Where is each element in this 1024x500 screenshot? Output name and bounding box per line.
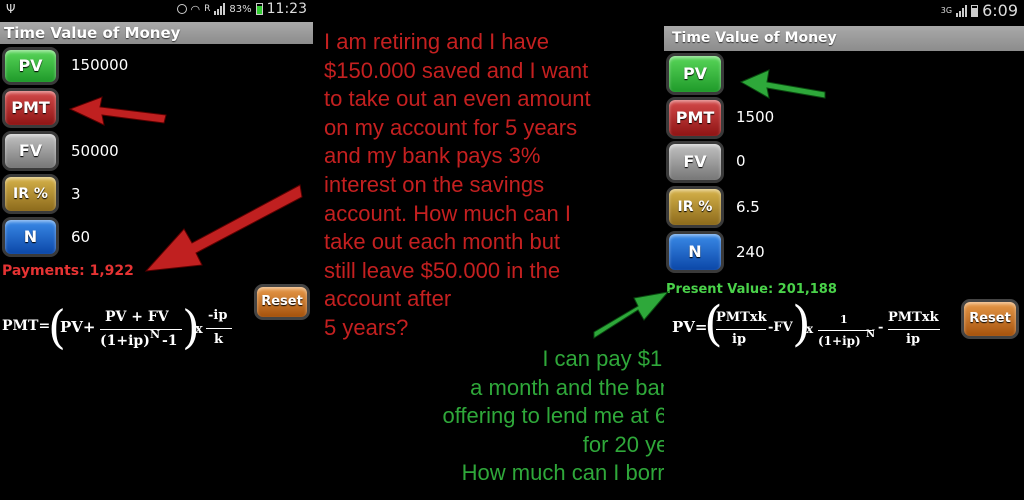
roaming-indicator: R [204,4,211,14]
reset-button[interactable]: Reset [961,299,1019,339]
story-line: for 20 years. [582,431,705,457]
arrow-to-payments-icon [144,184,303,272]
status-bar: Ψ ◠ R 83% 11:23 [0,0,313,20]
story-line: $150.000 saved and I want [324,57,589,83]
formula-f3-line [888,329,940,330]
formula-frac-exp: N [150,328,161,341]
formula-frac-line [100,329,182,330]
formula-f1-num: PMTxk [716,310,767,325]
story-line: still leave $50.000 in the [324,257,561,283]
formula-minus: - [878,320,884,335]
formula-f1-line [716,329,766,330]
formula-f3-num: PMTxk [888,310,939,325]
pmt-formula: PMT= ( PV+ PV + FV (1+ip) N -1 ) x -ip k [2,300,252,362]
story-line: take out each month but [324,229,561,255]
network-3g-indicator: 3G [940,6,953,15]
n-value[interactable]: 240 [736,243,765,261]
battery-icon [971,4,979,17]
pv-button[interactable]: PV [2,47,59,85]
ir-button[interactable]: IR % [666,186,724,228]
n-button[interactable]: N [666,231,724,273]
pv-formula: PV= ( PMTxk ip -FV ) x 1 (1+ip) N - PMTx… [672,296,957,362]
fv-value[interactable]: 50000 [71,142,119,160]
n-button[interactable]: N [2,217,59,257]
story-line: How much can I borrow? [461,460,705,486]
formula-times: x [806,322,814,336]
alarm-icon [176,4,187,14]
status-icons: 3G 6:09 [941,1,1018,20]
usb-icon: Ψ [6,2,16,16]
formula-times: x [195,322,203,337]
formula-f2-den: (1+ip) [818,334,861,348]
story-line: I can pay $1.500 [542,346,705,371]
pmt-button[interactable]: PMT [2,88,59,128]
formula-frac2-num: -ip [208,308,228,323]
story-line: and my bank pays 3% [324,143,541,169]
formula-frac2-den: k [214,332,224,347]
formula-frac-den: (1+ip) [100,333,150,349]
pmt-button[interactable]: PMT [666,97,724,139]
payments-result: Payments: 1,922 [2,263,134,279]
formula-f2-exp: N [866,329,876,340]
formula-pv: PV+ [60,318,96,336]
question-text-green: I can pay $1.500 a month and the bank is… [395,345,705,488]
app-title: Time Value of Money [0,22,313,44]
arrow-to-pv-icon [739,69,826,99]
battery-charging-icon [255,3,263,15]
ir-value[interactable]: 6.5 [736,198,760,216]
status-bar: 3G 6:09 [664,0,1024,24]
formula-f1-tail: -FV [768,320,793,335]
right-phone-screen: 3G 6:09 Time Value of Money PV PMT 1500 … [664,0,1024,500]
fv-button[interactable]: FV [666,141,724,183]
formula-lhs: PMT= [2,318,51,334]
formula-f1-den: ip [732,332,747,347]
signal-icon [956,4,968,17]
fv-value[interactable]: 0 [736,152,746,170]
formula-frac-tail: -1 [162,333,178,349]
pv-button[interactable]: PV [666,53,724,95]
fv-button[interactable]: FV [2,131,59,171]
n-value[interactable]: 60 [71,228,90,246]
ir-value[interactable]: 3 [71,185,81,203]
wifi-icon: ◠ [190,2,201,16]
signal-icon [214,3,226,15]
arrow-to-pmt-icon [68,96,167,126]
story-line: to take out an even amount [324,86,591,112]
reset-button[interactable]: Reset [254,284,310,320]
formula-f3-den: ip [906,332,921,347]
story-line: on my account for 5 years [324,114,578,140]
pmt-value[interactable]: 1500 [736,108,774,126]
left-phone-screen: Ψ ◠ R 83% 11:23 Time Value of Money PV 1… [0,0,313,500]
story-line: a month and the bank is [470,374,705,400]
app-title: Time Value of Money [664,26,1024,51]
status-icons: ◠ R 83% 11:23 [176,1,307,17]
status-time: 11:23 [266,1,307,17]
formula-lhs: PV= [672,318,708,336]
formula-frac2-line [206,328,232,329]
story-line: interest on the savings [324,171,545,197]
arrow-to-present-value-icon [593,291,670,339]
story-line: account. How much can I [324,200,572,226]
ir-button[interactable]: IR % [2,174,59,214]
formula-frac-num: PV + FV [105,309,169,325]
pv-value[interactable]: 150000 [71,56,128,74]
present-value-result: Present Value: 201,188 [666,282,837,297]
status-time: 6:09 [982,1,1018,20]
battery-percent: 83% [229,3,252,15]
story-line: offering to lend me at 6,5% [442,403,705,429]
formula-f2-num: 1 [840,313,848,326]
story-line: I am retiring and I have [324,29,550,54]
